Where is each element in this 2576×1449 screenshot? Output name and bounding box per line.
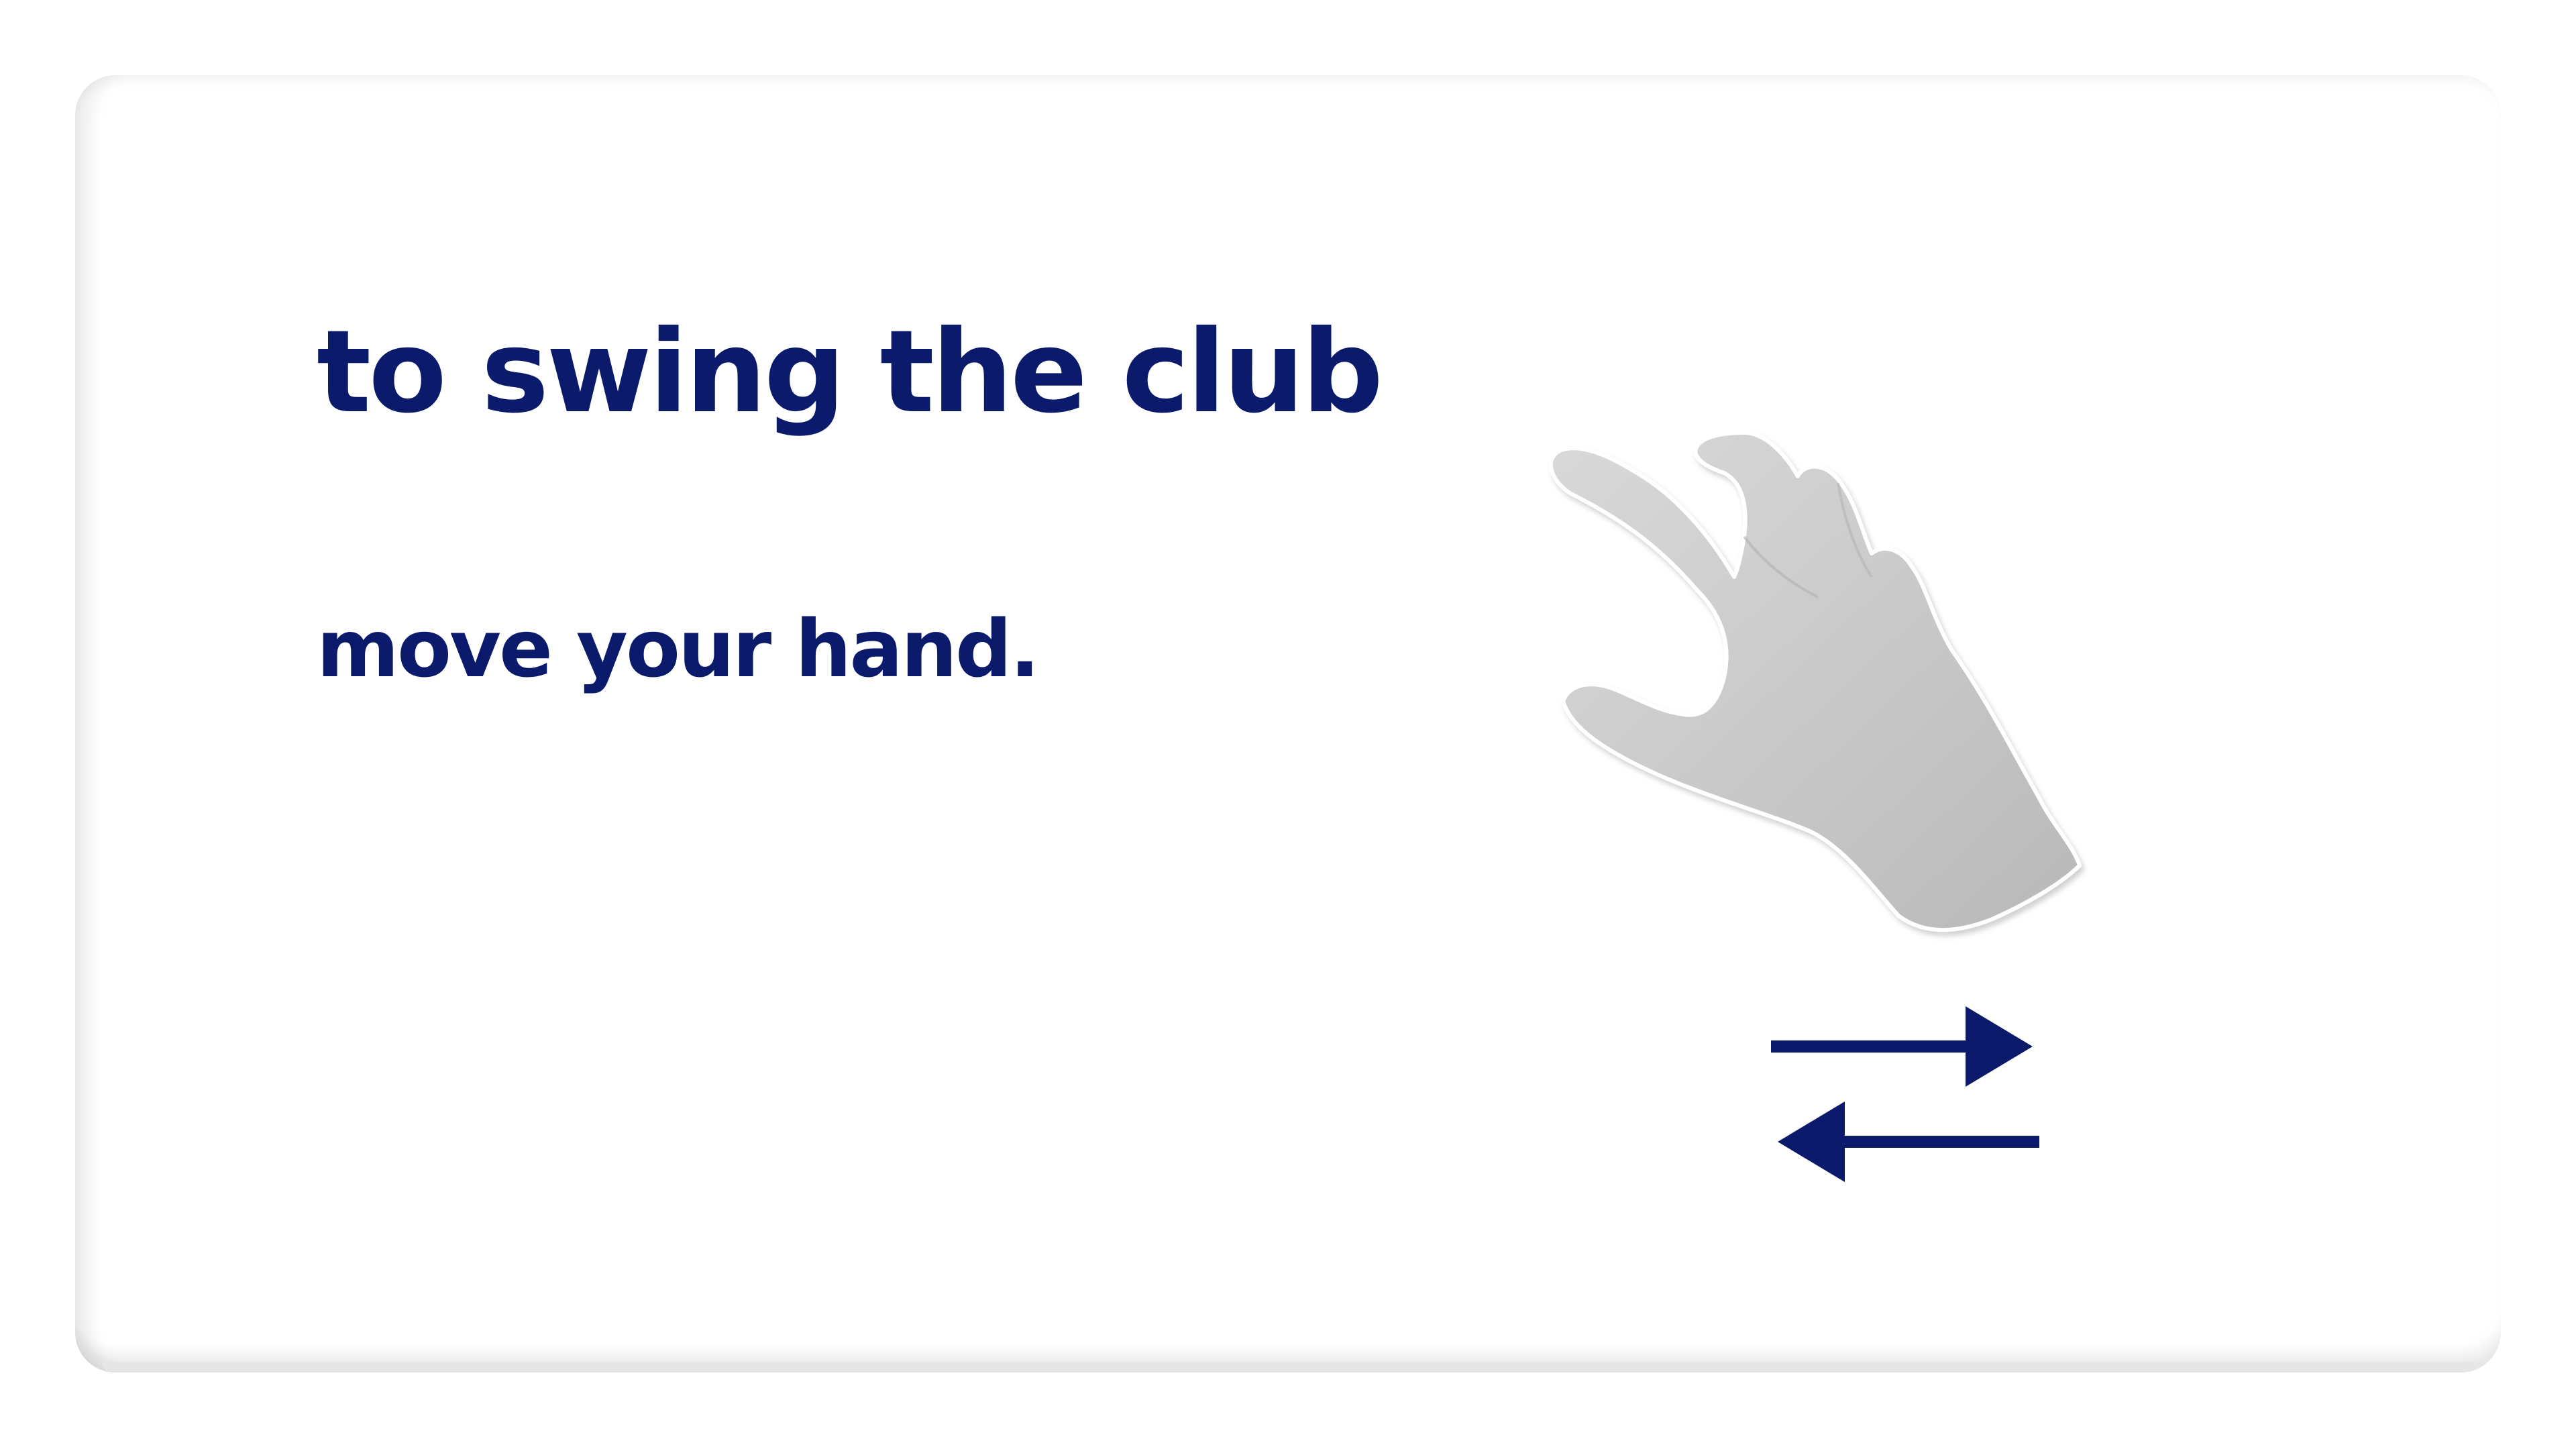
instruction-subtitle: move your hand.: [317, 602, 1040, 695]
instruction-title: to swing the club: [317, 306, 1383, 439]
instruction-card: [75, 75, 2501, 1373]
hand-icon: [1523, 416, 2113, 966]
card-edge-shadow: [102, 1362, 2474, 1373]
left-right-arrows-icon: [1758, 1000, 2053, 1187]
